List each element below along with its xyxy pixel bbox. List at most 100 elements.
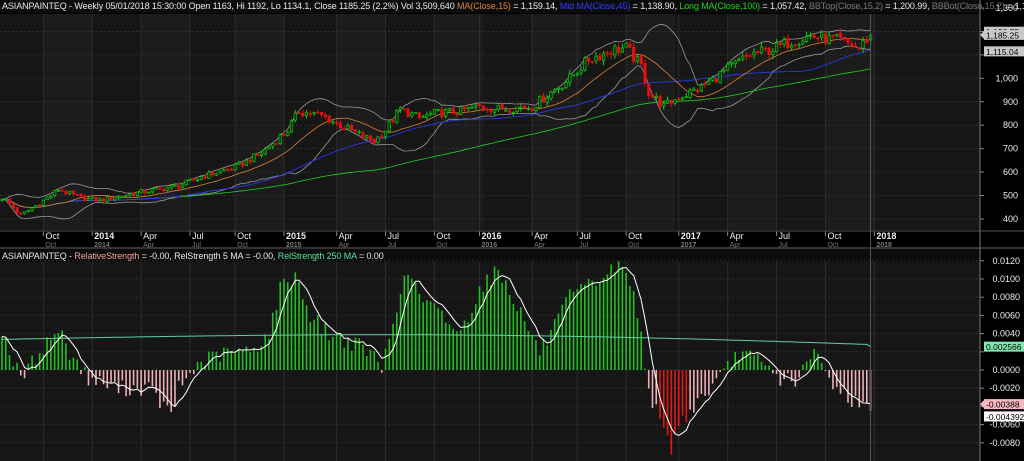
- candle-body: [680, 97, 685, 100]
- header-segment: Long MA(Close,100): [679, 1, 760, 11]
- candle-body: [507, 110, 512, 113]
- candle-body: [632, 47, 636, 62]
- candle-body: [244, 159, 249, 166]
- x-tick-label-ghost: Jul: [779, 242, 788, 249]
- candle-body: [639, 55, 643, 65]
- header-segment: ASIANPAINTEQ -: [2, 251, 75, 261]
- price-panel-header: ASIANPAINTEQ - Weekly 05/01/2018 15:30:0…: [2, 1, 1024, 11]
- candle-body: [410, 112, 414, 117]
- header-segment: = 1,117.29, BE: [1007, 1, 1024, 11]
- x-tick-label: 2018: [876, 231, 896, 241]
- candle-body: [274, 143, 279, 145]
- candle-body: [237, 162, 241, 165]
- candle-body: [692, 88, 696, 91]
- grid-band: [336, 14, 386, 230]
- candle-body: [79, 193, 83, 197]
- header-segment: = -0.00, RelStrength 5 MA = -0.00,: [139, 251, 278, 261]
- candle-body: [820, 32, 824, 38]
- candle-body: [684, 96, 688, 98]
- candle-body: [534, 107, 538, 111]
- x-tick-label: 2016: [482, 231, 502, 241]
- candle-body: [15, 207, 19, 213]
- candle-body: [383, 130, 388, 138]
- candle-body: [767, 47, 771, 55]
- candle-body: [387, 121, 391, 132]
- candle-body: [406, 108, 410, 117]
- candle-body: [214, 173, 218, 176]
- candle-body: [523, 105, 527, 109]
- candle-body: [395, 110, 399, 124]
- value-tag-label: 0.002566: [986, 342, 1022, 352]
- candle-body: [49, 195, 53, 198]
- y-tick-label: -0.0080: [989, 438, 1020, 448]
- chart-canvas[interactable]: OctOct20142014AprAprJulJulOctOct20152015…: [0, 0, 1024, 461]
- candle-body: [203, 176, 207, 179]
- candle-body: [808, 35, 812, 37]
- candle-body: [180, 184, 185, 189]
- header-segment: RelativeStrength: [74, 251, 140, 261]
- candle-body: [75, 194, 79, 196]
- candle-body: [267, 146, 271, 150]
- candle-body: [586, 57, 591, 62]
- grid-band: [532, 14, 582, 230]
- x-tick-label: Apr: [730, 231, 744, 241]
- candle-body: [763, 47, 767, 50]
- candle-body: [361, 132, 365, 138]
- value-tag-label: -0.004392: [986, 412, 1024, 422]
- candle-body: [192, 178, 196, 181]
- candle-body: [154, 187, 158, 190]
- candle-body: [365, 135, 369, 139]
- candle-body: [278, 134, 282, 144]
- candle-body: [669, 100, 673, 104]
- candle-body: [613, 46, 617, 56]
- candle-body: [308, 113, 312, 115]
- candle-body: [771, 51, 775, 56]
- candle-body: [132, 192, 136, 196]
- candle-body: [485, 109, 489, 111]
- candle-body: [128, 193, 132, 196]
- candle-body: [271, 143, 275, 147]
- candle-body: [256, 154, 260, 156]
- candle-body: [41, 199, 45, 206]
- candle-body: [380, 136, 384, 138]
- x-tick-label: 2015: [286, 231, 306, 241]
- candle-body: [665, 99, 670, 104]
- candle-body: [462, 107, 467, 110]
- candle-body: [372, 139, 376, 144]
- y-tick-label: 0.0100: [992, 274, 1020, 284]
- candle-body: [609, 52, 613, 55]
- candle-body: [707, 80, 711, 85]
- x-tick-label: 2017: [681, 231, 701, 241]
- candle-body: [526, 107, 530, 110]
- x-tick-label: Jul: [779, 231, 791, 241]
- candle-body: [398, 107, 403, 110]
- candle-body: [703, 83, 707, 86]
- candle-body: [207, 171, 211, 179]
- candle-body: [120, 196, 124, 198]
- x-tick-label-ghost: Oct: [827, 242, 838, 249]
- candle-body: [98, 198, 102, 202]
- candle-body: [391, 120, 395, 123]
- candle-body: [177, 185, 181, 189]
- header-segment: = 0.00: [356, 251, 384, 261]
- candle-body: [421, 116, 425, 118]
- x-tick-label-ghost: 2017: [681, 242, 697, 249]
- candle-body: [447, 108, 452, 111]
- candle-body: [116, 195, 121, 199]
- candle-body: [222, 169, 226, 172]
- candle-body: [492, 109, 497, 113]
- candle-body: [64, 191, 68, 195]
- x-tick-label-ghost: Jul: [192, 242, 201, 249]
- candle-body: [793, 44, 797, 46]
- candle-body: [459, 106, 463, 115]
- rs-panel-header: ASIANPAINTEQ - RelativeStrength = -0.00,…: [2, 251, 384, 261]
- candle-body: [594, 55, 598, 62]
- y-tick-label: 1,000: [995, 73, 1018, 83]
- candle-body: [778, 42, 782, 45]
- candle-body: [560, 87, 564, 90]
- candle-body: [304, 112, 309, 116]
- candle-body: [83, 195, 87, 201]
- candle-body: [143, 189, 147, 194]
- candle-body: [26, 210, 30, 213]
- candle-body: [801, 40, 805, 44]
